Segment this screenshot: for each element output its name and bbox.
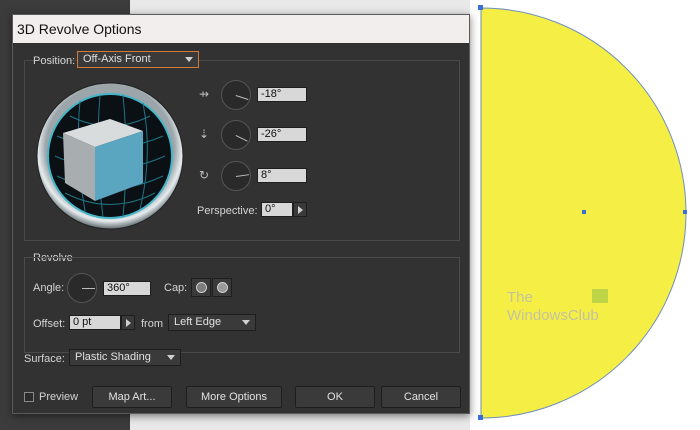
position-dropdown-value: Off-Axis Front — [83, 53, 151, 65]
perspective-label: Perspective: — [197, 205, 258, 217]
z-rotation-knob[interactable] — [221, 161, 251, 191]
cancel-button[interactable]: Cancel — [381, 386, 461, 408]
angle-knob[interactable] — [67, 273, 97, 303]
chevron-down-icon — [242, 320, 250, 325]
preview-label[interactable]: Preview — [39, 390, 78, 404]
revolved-shape-preview[interactable] — [470, 0, 700, 430]
revolve-group — [24, 257, 460, 353]
offset-input[interactable]: 0 pt — [69, 315, 121, 330]
preview-checkbox[interactable] — [24, 392, 34, 402]
watermark: The WindowsClub — [507, 289, 599, 325]
ok-button[interactable]: OK — [295, 386, 375, 408]
revolve-options-dialog: 3D Revolve Options Position: Off-Axis Fr… — [12, 14, 470, 414]
chevron-down-icon — [185, 57, 193, 62]
from-edge-value: Left Edge — [174, 316, 222, 328]
from-label: from — [141, 318, 163, 330]
offset-label: Offset: — [33, 318, 66, 330]
y-rotation-input[interactable]: -26° — [257, 127, 307, 142]
angle-label: Angle: — [33, 282, 65, 294]
more-options-button[interactable]: More Options — [186, 386, 282, 408]
surface-label: Surface: — [24, 353, 65, 365]
rotation-trackball[interactable] — [35, 81, 185, 231]
angle-input[interactable]: 360° — [103, 281, 151, 296]
from-edge-dropdown[interactable]: Left Edge — [168, 314, 256, 331]
position-label: Position: — [33, 55, 76, 67]
dialog-title[interactable]: 3D Revolve Options — [13, 15, 469, 43]
x-rotation-knob[interactable] — [221, 80, 251, 110]
artboard[interactable] — [470, 0, 700, 430]
position-dropdown[interactable]: Off-Axis Front — [77, 51, 199, 68]
map-art-button[interactable]: Map Art... — [92, 386, 172, 408]
x-axis-rotate-icon: ⇸ — [198, 87, 210, 101]
watermark-line1: The — [507, 289, 533, 306]
surface-value: Plastic Shading — [75, 351, 151, 363]
watermark-logo-icon — [592, 289, 608, 303]
watermark-line2: WindowsClub — [507, 307, 599, 324]
offset-slider-button[interactable] — [121, 315, 135, 330]
x-rotation-input[interactable]: -18° — [257, 87, 307, 102]
perspective-slider-button[interactable] — [293, 202, 307, 217]
chevron-down-icon — [167, 355, 175, 360]
z-axis-rotate-icon: ↻ — [198, 168, 210, 182]
y-rotation-knob[interactable] — [221, 120, 251, 150]
y-axis-rotate-icon: ⇣ — [198, 127, 210, 141]
z-rotation-input[interactable]: 8° — [257, 168, 307, 183]
perspective-input[interactable]: 0° — [261, 202, 293, 217]
surface-dropdown[interactable]: Plastic Shading — [69, 349, 181, 366]
cap-on-button[interactable] — [191, 278, 211, 297]
cap-off-button[interactable] — [212, 278, 232, 297]
cap-label: Cap: — [164, 282, 188, 294]
